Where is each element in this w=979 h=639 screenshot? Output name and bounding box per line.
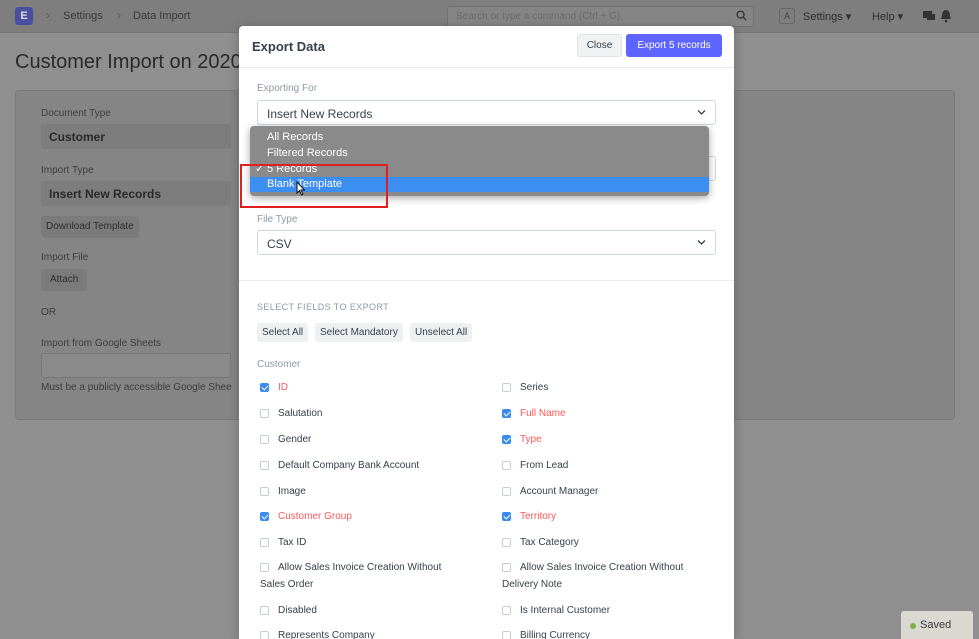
option-all-records[interactable]: All Records (250, 130, 709, 145)
document-type-label: Document Type (41, 108, 111, 119)
chevron-right-icon: › (117, 8, 121, 22)
field-label: Billing Currency (520, 630, 591, 639)
chevron-down-icon (697, 240, 706, 245)
field-label: Disabled (278, 605, 317, 616)
modal-header: Export Data Close Export 5 records (239, 26, 734, 68)
breadcrumb-data-import[interactable]: Data Import (133, 10, 190, 22)
field-label: Customer Group (278, 511, 352, 522)
field-label: Gender (278, 434, 312, 445)
chevron-right-icon: › (46, 8, 50, 22)
checkbox-unchecked[interactable] (502, 487, 511, 496)
select-all-button[interactable]: Select All (257, 323, 309, 342)
group-label: Customer (257, 359, 301, 370)
file-type-select[interactable]: CSV (257, 230, 716, 255)
import-type-label: Import Type (41, 165, 94, 176)
help-label: Help (872, 11, 895, 23)
google-sheets-label: Import from Google Sheets (41, 338, 162, 349)
checkbox-unchecked[interactable] (502, 606, 511, 615)
checkbox-unchecked[interactable] (260, 487, 269, 496)
divider (239, 280, 734, 281)
checkbox-unchecked[interactable] (502, 538, 511, 547)
checkbox-checked[interactable] (502, 409, 511, 418)
import-type-value: Insert New Records (49, 187, 162, 201)
document-type-field[interactable]: Customer (41, 124, 231, 149)
field-label: Type (520, 434, 542, 445)
checkbox-unchecked[interactable] (260, 409, 269, 418)
checkbox-unchecked[interactable] (260, 461, 269, 470)
saved-label: Saved (920, 619, 952, 631)
checkbox-unchecked[interactable] (260, 631, 269, 639)
checkbox-unchecked[interactable] (260, 435, 269, 444)
annotation-highlight-box (240, 164, 388, 208)
saved-toast: Saved (901, 611, 973, 639)
field-label: Territory (520, 511, 557, 522)
checkbox-unchecked[interactable] (502, 461, 511, 470)
file-type-value: CSV (267, 237, 292, 251)
checkbox-unchecked[interactable] (502, 563, 511, 572)
option-filtered-records[interactable]: Filtered Records (250, 146, 709, 161)
avatar[interactable]: A (779, 8, 795, 24)
checkbox-unchecked[interactable] (502, 631, 511, 639)
checkbox-unchecked[interactable] (260, 606, 269, 615)
exporting-for-select[interactable]: Insert New Records (257, 100, 716, 125)
option-label: Filtered Records (267, 147, 348, 159)
select-mandatory-button[interactable]: Select Mandatory (315, 323, 403, 342)
checkbox-checked[interactable] (502, 435, 511, 444)
export-data-modal: Export Data Close Export 5 records Expor… (239, 26, 734, 639)
field-label: Series (520, 382, 549, 393)
settings-label: Settings (803, 11, 843, 23)
field-label: Allow Sales Invoice Creation Without (278, 562, 442, 573)
field-label: From Lead (520, 460, 569, 471)
checkbox-checked[interactable] (260, 512, 269, 521)
checkbox-unchecked[interactable] (260, 538, 269, 547)
unselect-all-button[interactable]: Unselect All (410, 323, 473, 342)
field-label: Tax Category (520, 537, 579, 548)
search-placeholder: Search or type a command (Ctrl + G) (456, 11, 621, 22)
import-type-field[interactable]: Insert New Records (41, 181, 231, 206)
mouse-cursor-icon (296, 181, 306, 196)
checkbox-unchecked[interactable] (502, 383, 511, 392)
field-label: Salutation (278, 408, 323, 419)
page-title: Customer Import on 2020 (15, 51, 242, 73)
modal-title: Export Data (252, 39, 325, 54)
or-label: OR (41, 307, 56, 318)
field-label-continued: Delivery Note (502, 579, 563, 590)
checkbox-checked[interactable] (260, 383, 269, 392)
search-input[interactable]: Search or type a command (Ctrl + G) (447, 6, 754, 27)
field-label: Image (278, 486, 306, 497)
field-label: Account Manager (520, 486, 599, 497)
close-button[interactable]: Close (577, 34, 622, 57)
help-menu[interactable]: Help ▾ (872, 10, 903, 23)
checkbox-checked[interactable] (502, 512, 511, 521)
app-logo[interactable]: E (15, 7, 33, 25)
settings-menu[interactable]: Settings ▾ (803, 10, 851, 23)
field-label: Is Internal Customer (520, 605, 611, 616)
export-button[interactable]: Export 5 records (626, 34, 722, 57)
field-label: ID (278, 382, 288, 393)
field-label: Represents Company (278, 630, 375, 639)
field-label: Allow Sales Invoice Creation Without (520, 562, 684, 573)
status-dot-icon (910, 623, 916, 629)
field-label: Full Name (520, 408, 566, 419)
section-title: SELECT FIELDS TO EXPORT (257, 302, 390, 312)
field-label-continued: Sales Order (260, 579, 314, 590)
option-label: All Records (267, 131, 324, 143)
document-type-value: Customer (49, 130, 106, 144)
checkbox-unchecked[interactable] (260, 563, 269, 572)
field-label: Default Company Bank Account (278, 460, 420, 471)
search-icon (736, 10, 747, 21)
google-sheets-help: Must be a publicly accessible Google She… (41, 382, 232, 393)
import-file-label: Import File (41, 252, 89, 263)
google-sheets-input[interactable] (41, 353, 231, 378)
attach-button[interactable]: Attach (41, 269, 88, 291)
exporting-for-label: Exporting For (257, 83, 318, 94)
file-type-label: File Type (257, 214, 298, 225)
download-template-button[interactable]: Download Template (41, 216, 139, 238)
field-label: Tax ID (278, 537, 307, 548)
chevron-down-icon (697, 110, 706, 115)
exporting-for-value: Insert New Records (267, 107, 373, 121)
chat-icon[interactable] (922, 9, 936, 23)
breadcrumb-settings[interactable]: Settings (63, 10, 103, 22)
bell-icon[interactable] (939, 9, 953, 23)
